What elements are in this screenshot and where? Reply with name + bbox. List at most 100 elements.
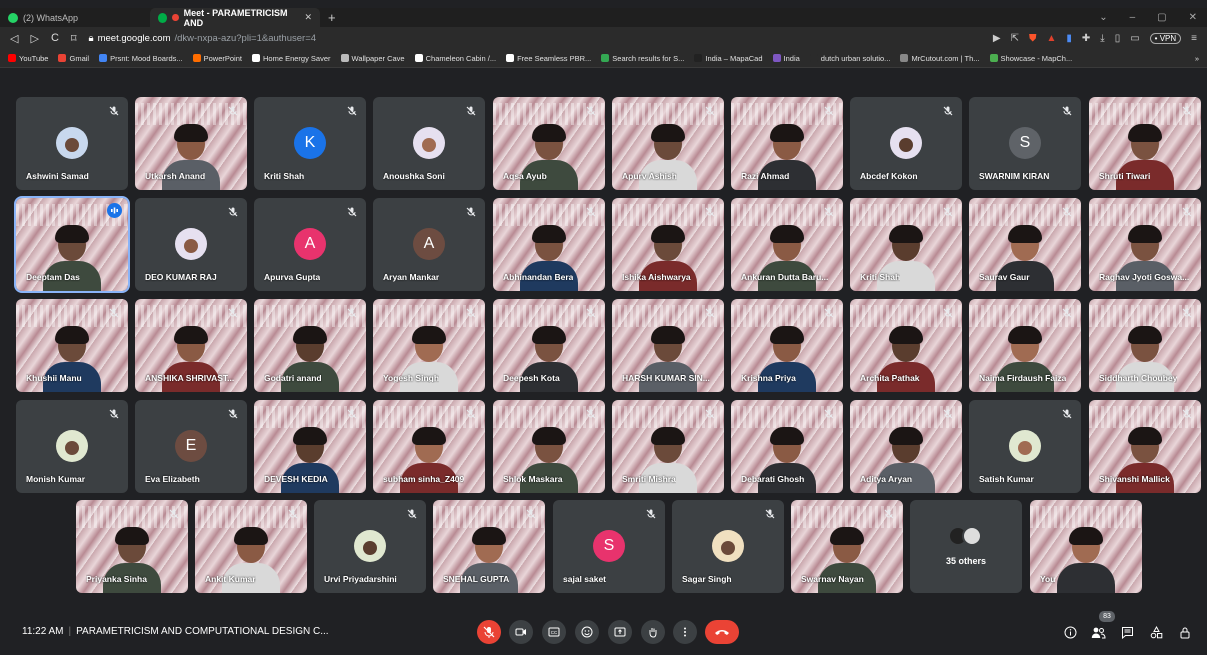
cast-icon[interactable]: ▶: [993, 33, 1001, 44]
bookmark-item[interactable]: Gmail: [58, 54, 89, 63]
participant-tile[interactable]: Shivanshi Mallick: [1089, 400, 1201, 493]
participant-tile[interactable]: A Apurva Gupta: [254, 198, 366, 291]
participant-tile[interactable]: Razi Ahmad: [731, 97, 843, 190]
bookmark-item[interactable]: Search results for S...: [601, 54, 684, 63]
bookmark-item[interactable]: Free Seamless PBR...: [506, 54, 591, 63]
participant-tile[interactable]: You: [1030, 500, 1142, 593]
bookmark-item[interactable]: Chameleon Cabin /...: [414, 54, 496, 63]
participant-tile[interactable]: Yogesh Singh: [373, 299, 485, 392]
vpn-button[interactable]: • VPN: [1149, 32, 1182, 44]
participant-tile[interactable]: K Kriti Shah: [254, 97, 366, 190]
share-icon[interactable]: ⇱: [1011, 33, 1019, 44]
tab-meet[interactable]: Meet - PARAMETRICISM AND ✕: [150, 8, 320, 28]
rewards-icon[interactable]: ▲: [1046, 33, 1056, 44]
meeting-details-button[interactable]: [1060, 622, 1080, 642]
menu-icon[interactable]: ≡: [1191, 33, 1197, 44]
bookmark-item[interactable]: PowerPoint: [192, 54, 242, 63]
participant-tile[interactable]: DEVESH KEDIA: [254, 400, 366, 493]
bookmark-item[interactable]: India – MapaCad: [694, 54, 763, 63]
wallet-icon[interactable]: ▭: [1130, 33, 1139, 44]
participant-tile[interactable]: Smriti Mishra: [612, 400, 724, 493]
reactions-button[interactable]: [575, 620, 599, 644]
bookmark-item[interactable]: Wallpaper Cave: [340, 54, 405, 63]
participant-tile[interactable]: S SWARNIM KIRAN: [969, 97, 1081, 190]
participant-tile[interactable]: Abcdef Kokon: [850, 97, 962, 190]
participant-tile[interactable]: DEO KUMAR RAJ: [135, 198, 247, 291]
participant-tile[interactable]: Ashwini Samad: [16, 97, 128, 190]
participant-tile[interactable]: Abhinandan Bera: [493, 198, 605, 291]
people-button[interactable]: [1088, 622, 1108, 642]
more-options-button[interactable]: [673, 620, 697, 644]
participant-tile[interactable]: Naima Firdaush Faiza: [969, 299, 1081, 392]
participant-tile[interactable]: HARSH KUMAR SIN...: [612, 299, 724, 392]
participant-tile[interactable]: Utkarsh Anand: [135, 97, 247, 190]
participant-tile[interactable]: Debarati Ghosh: [731, 400, 843, 493]
participant-tile[interactable]: Krishna Priya: [731, 299, 843, 392]
participant-tile[interactable]: Aditya Aryan: [850, 400, 962, 493]
participant-tile[interactable]: ANSHIKA SHRIVAST...: [135, 299, 247, 392]
participant-tile[interactable]: Ankuran Dutta Baru...: [731, 198, 843, 291]
participant-tile[interactable]: Monish Kumar: [16, 400, 128, 493]
participant-tile[interactable]: Deeptam Das: [14, 196, 130, 293]
puzzle-icon[interactable]: ✚: [1082, 33, 1090, 44]
participant-tile[interactable]: E Eva Elizabeth: [135, 400, 247, 493]
participant-tile[interactable]: Swarnav Nayan: [791, 500, 903, 593]
captions-button[interactable]: CC: [542, 620, 566, 644]
present-button[interactable]: [608, 620, 632, 644]
participant-tile[interactable]: Archita Pathak: [850, 299, 962, 392]
participant-tile[interactable]: Apurv Ashish: [612, 97, 724, 190]
close-window-button[interactable]: ✕: [1189, 12, 1197, 23]
extension-icon[interactable]: ▮: [1066, 33, 1072, 44]
bookmark-item[interactable]: Home Energy Saver: [251, 54, 331, 63]
mic-toggle-button[interactable]: [477, 620, 501, 644]
participant-tile[interactable]: Ishika Aishwarya: [612, 198, 724, 291]
bookmarks-overflow-button[interactable]: »: [1195, 54, 1199, 63]
bookmark-item[interactable]: Prsnt: Mood Boards...: [99, 54, 183, 63]
close-icon[interactable]: ✕: [304, 12, 312, 23]
participant-tile[interactable]: Anoushka Soni: [373, 97, 485, 190]
participant-tile[interactable]: Raghav Jyoti Goswa...: [1089, 198, 1201, 291]
tab-whatsapp[interactable]: (2) WhatsApp: [0, 8, 150, 27]
participant-tile[interactable]: Deepesh Kota: [493, 299, 605, 392]
raise-hand-button[interactable]: [641, 620, 665, 644]
participant-tile[interactable]: Aqsa Ayub: [493, 97, 605, 190]
bookmark-item[interactable]: MrCutout.com | Th...: [900, 54, 980, 63]
bookmark-item[interactable]: dutch urban solutio...: [809, 54, 890, 63]
leave-call-button[interactable]: [705, 620, 739, 644]
participant-tile[interactable]: Ankit Kumar: [195, 500, 307, 593]
bookmark-item[interactable]: India: [772, 54, 800, 63]
participant-tile[interactable]: SNEHAL GUPTA: [433, 500, 545, 593]
participant-tile[interactable]: Shruti Tiwari: [1089, 97, 1201, 190]
participant-tile[interactable]: A Aryan Mankar: [373, 198, 485, 291]
minimize-button[interactable]: –: [1130, 12, 1136, 23]
reload-icon[interactable]: C: [51, 32, 59, 44]
participant-tile[interactable]: Urvi Priyadarshini: [314, 500, 426, 593]
participant-tile[interactable]: Sagar Singh: [672, 500, 784, 593]
bookmark-item[interactable]: YouTube: [8, 54, 48, 63]
host-controls-button[interactable]: [1175, 622, 1195, 642]
camera-toggle-button[interactable]: [509, 620, 533, 644]
participant-tile[interactable]: Godatri anand: [254, 299, 366, 392]
chevron-down-icon[interactable]: ⌄: [1099, 12, 1107, 23]
sidebar-icon[interactable]: ▯: [1115, 33, 1121, 44]
bookmark-item[interactable]: Showcase - MapCh...: [989, 54, 1072, 63]
participant-tile[interactable]: Saurav Gaur: [969, 198, 1081, 291]
activities-button[interactable]: [1146, 622, 1166, 642]
new-tab-button[interactable]: +: [320, 10, 344, 25]
participant-tile[interactable]: Ssajal saket: [553, 500, 665, 593]
chat-button[interactable]: [1117, 622, 1137, 642]
back-icon[interactable]: ◁: [10, 32, 18, 45]
participant-tile[interactable]: Priyanka Sinha: [76, 500, 188, 593]
maximize-button[interactable]: ▢: [1157, 12, 1166, 23]
forward-icon[interactable]: ▷: [30, 32, 38, 45]
participant-tile[interactable]: Khushii Manu: [16, 299, 128, 392]
participant-tile[interactable]: Siddharth Choubey: [1089, 299, 1201, 392]
download-icon[interactable]: ⤓: [1100, 33, 1104, 44]
participant-tile[interactable]: subham sinha_Z409: [373, 400, 485, 493]
participant-tile[interactable]: Shlok Maskara: [493, 400, 605, 493]
others-tile[interactable]: 35 others: [910, 500, 1022, 593]
brave-shield-icon[interactable]: ⛊: [1029, 33, 1037, 44]
url-field[interactable]: 🔒︎ meet.google.com/dkw-nxpa-azu?pli=1&au…: [89, 33, 316, 44]
participant-tile[interactable]: Kriti Shah: [850, 198, 962, 291]
participant-tile[interactable]: Satish Kumar: [969, 400, 1081, 493]
